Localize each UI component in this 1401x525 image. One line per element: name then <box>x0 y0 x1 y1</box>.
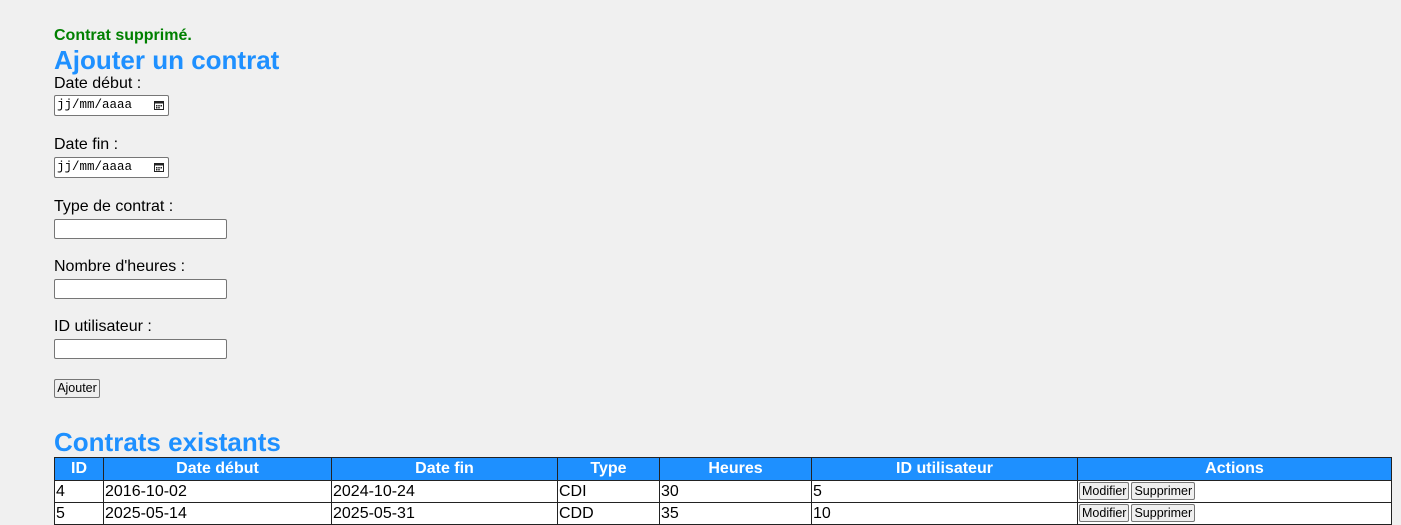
cell-date-debut: 2025-05-14 <box>103 502 332 525</box>
table-row: 5 2025-05-14 2025-05-31 CDD 35 10 Modifi… <box>54 502 1392 525</box>
date-fin-placeholder: jj/mm/aaaa <box>57 160 133 174</box>
column-header-actions: Actions <box>1077 457 1392 481</box>
cell-heures: 35 <box>659 502 812 525</box>
add-contract-title: Ajouter un contrat <box>54 45 280 75</box>
cell-id-utilisateur: 5 <box>811 480 1078 503</box>
id-utilisateur-input[interactable] <box>54 339 227 359</box>
nombre-heures-label: Nombre d'heures : <box>54 258 186 275</box>
column-header-date-fin: Date fin <box>331 457 558 481</box>
edit-button[interactable]: Modifier <box>1079 482 1130 501</box>
cell-date-fin: 2025-05-31 <box>331 502 558 525</box>
column-header-date-debut: Date début <box>103 457 332 481</box>
contracts-list-title: Contrats existants <box>54 427 281 457</box>
type-contrat-input[interactable] <box>54 219 227 239</box>
cell-date-debut: 2016-10-02 <box>103 480 332 503</box>
cell-id: 5 <box>54 502 104 525</box>
table-row: 4 2016-10-02 2024-10-24 CDI 30 5 Modifie… <box>54 480 1392 503</box>
cell-type: CDI <box>557 480 660 503</box>
cell-heures: 30 <box>659 480 812 503</box>
date-debut-placeholder: jj/mm/aaaa <box>57 98 133 112</box>
date-debut-label: Date début : <box>54 75 142 92</box>
date-fin-input[interactable]: jj/mm/aaaa <box>54 157 169 178</box>
add-button[interactable]: Ajouter <box>54 379 100 398</box>
date-fin-label: Date fin : <box>54 136 119 153</box>
column-header-id: ID <box>54 457 104 481</box>
cell-actions: Modifier Supprimer <box>1077 480 1392 503</box>
cell-actions: Modifier Supprimer <box>1077 502 1392 525</box>
contracts-table: ID Date début Date fin Type Heures ID ut… <box>54 457 1392 525</box>
table-header-row: ID Date début Date fin Type Heures ID ut… <box>54 457 1392 481</box>
id-utilisateur-label: ID utilisateur : <box>54 318 152 335</box>
cell-type: CDD <box>557 502 660 525</box>
date-debut-input[interactable]: jj/mm/aaaa <box>54 95 169 116</box>
edit-button[interactable]: Modifier <box>1079 504 1130 523</box>
column-header-id-utilisateur: ID utilisateur <box>811 457 1078 481</box>
status-message: Contrat supprimé. <box>54 27 192 44</box>
delete-button[interactable]: Supprimer <box>1131 504 1196 523</box>
delete-button[interactable]: Supprimer <box>1131 482 1196 501</box>
type-contrat-label: Type de contrat : <box>54 198 174 215</box>
cell-date-fin: 2024-10-24 <box>331 480 558 503</box>
calendar-icon[interactable] <box>153 99 165 111</box>
calendar-icon[interactable] <box>153 161 165 173</box>
column-header-heures: Heures <box>659 457 812 481</box>
cell-id: 4 <box>54 480 104 503</box>
nombre-heures-input[interactable] <box>54 279 227 299</box>
column-header-type: Type <box>557 457 660 481</box>
cell-id-utilisateur: 10 <box>811 502 1078 525</box>
